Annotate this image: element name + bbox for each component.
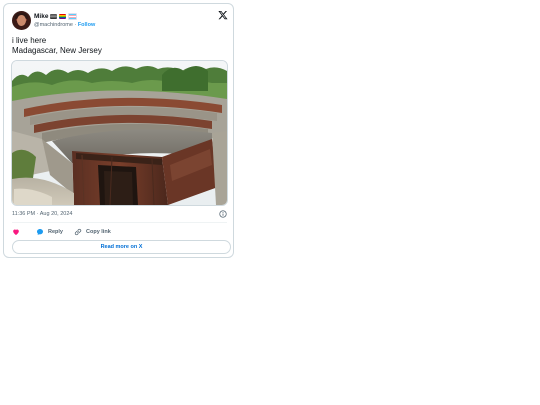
copy-link-label: Copy link (86, 229, 111, 235)
avatar-face (17, 15, 26, 26)
author-name[interactable]: Mike (34, 12, 48, 21)
follow-link[interactable]: Follow (78, 22, 95, 28)
copy-link-button[interactable]: Copy link (74, 228, 111, 236)
timestamp-separator: · (36, 211, 39, 217)
author-handle-row: @machindrome · Follow (34, 21, 95, 29)
read-more-on-x-button[interactable]: Read more on X (12, 240, 231, 254)
tweet-timestamp[interactable]: 11:36 PM · Aug 20, 2024 (12, 210, 72, 218)
tweet-actions: Reply Copy link (12, 226, 111, 238)
reply-label: Reply (48, 229, 63, 235)
author-handle[interactable]: @machindrome (34, 22, 73, 28)
heart-icon (13, 229, 19, 235)
tweet-photo[interactable] (11, 60, 228, 206)
like-button[interactable] (12, 228, 34, 236)
reply-button[interactable]: Reply (36, 228, 74, 236)
trans-flag-emoji-icon (68, 13, 78, 20)
rainbow-flag-emoji-icon (59, 14, 67, 19)
timestamp-date[interactable]: Aug 20, 2024 (40, 211, 73, 217)
handle-separator: · (74, 22, 77, 28)
tweet-text: i live here Madagascar, New Jersey (12, 36, 102, 56)
tweet-text-line-2: Madagascar, New Jersey (12, 46, 102, 55)
bunker-photo-illustration (12, 61, 227, 205)
link-icon (74, 228, 82, 236)
flag-emoji-icon (50, 14, 58, 19)
divider (12, 222, 227, 223)
x-logo-icon[interactable] (218, 10, 228, 20)
author-name-row[interactable]: Mike (34, 12, 78, 21)
timestamp-time[interactable]: 11:36 PM (12, 211, 35, 217)
info-icon[interactable] (219, 210, 227, 218)
avatar[interactable] (12, 11, 31, 30)
tweet-text-line-1: i live here (12, 36, 47, 45)
tweet-embed-card: Mike @machindrome · Follow i live here M… (3, 3, 234, 258)
reply-bubble-icon (37, 229, 43, 235)
